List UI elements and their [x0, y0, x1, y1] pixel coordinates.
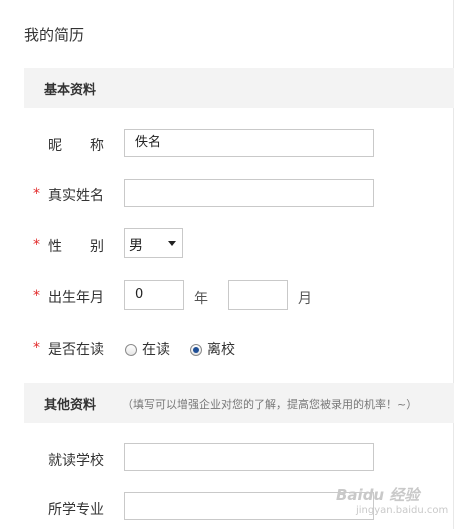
- month-unit: 月: [298, 291, 312, 307]
- birth-year-input[interactable]: 0: [124, 280, 184, 310]
- radio-left-school[interactable]: [190, 344, 202, 356]
- gender-selected-value: 男: [129, 238, 143, 254]
- required-mark: *: [33, 237, 40, 253]
- chevron-down-icon: [168, 241, 176, 246]
- basic-info-title: 基本资料: [44, 83, 97, 98]
- school-input[interactable]: [124, 443, 374, 471]
- watermark-url: jingyan.baidu.com: [356, 505, 449, 516]
- enrollment-label: 是否在读: [48, 342, 104, 358]
- year-unit: 年: [194, 291, 208, 307]
- gender-select[interactable]: 男: [124, 228, 183, 258]
- required-mark: *: [33, 186, 40, 202]
- page-title: 我的简历: [24, 26, 85, 44]
- other-info-hint: （填写可以增强企业对您的了解，提高您被录用的机率！~）: [122, 398, 418, 411]
- radio-in-school[interactable]: [125, 344, 137, 356]
- gender-label: 性 别: [48, 239, 104, 255]
- real-name-label: 真实姓名: [48, 188, 104, 204]
- baidu-watermark: Baidu 经验 jingyan.baidu.com: [336, 484, 448, 516]
- real-name-input[interactable]: [124, 179, 374, 207]
- school-label: 就读学校: [48, 453, 104, 469]
- watermark-brand: Baidu 经验: [336, 486, 420, 504]
- basic-info-header: 基本资料: [24, 68, 454, 108]
- required-mark: *: [33, 340, 40, 356]
- required-mark: *: [33, 288, 40, 304]
- nickname-input[interactable]: 佚名: [124, 129, 374, 157]
- major-label: 所学专业: [48, 502, 104, 518]
- other-info-title: 其他资料: [44, 398, 97, 413]
- birth-month-input[interactable]: [228, 280, 288, 310]
- radio-left-school-label[interactable]: 离校: [207, 339, 235, 359]
- nickname-label: 昵 称: [48, 138, 104, 154]
- radio-in-school-label[interactable]: 在读: [142, 339, 170, 359]
- other-info-header: 其他资料 （填写可以增强企业对您的了解，提高您被录用的机率！~）: [24, 383, 454, 423]
- birth-label: 出生年月: [48, 290, 104, 306]
